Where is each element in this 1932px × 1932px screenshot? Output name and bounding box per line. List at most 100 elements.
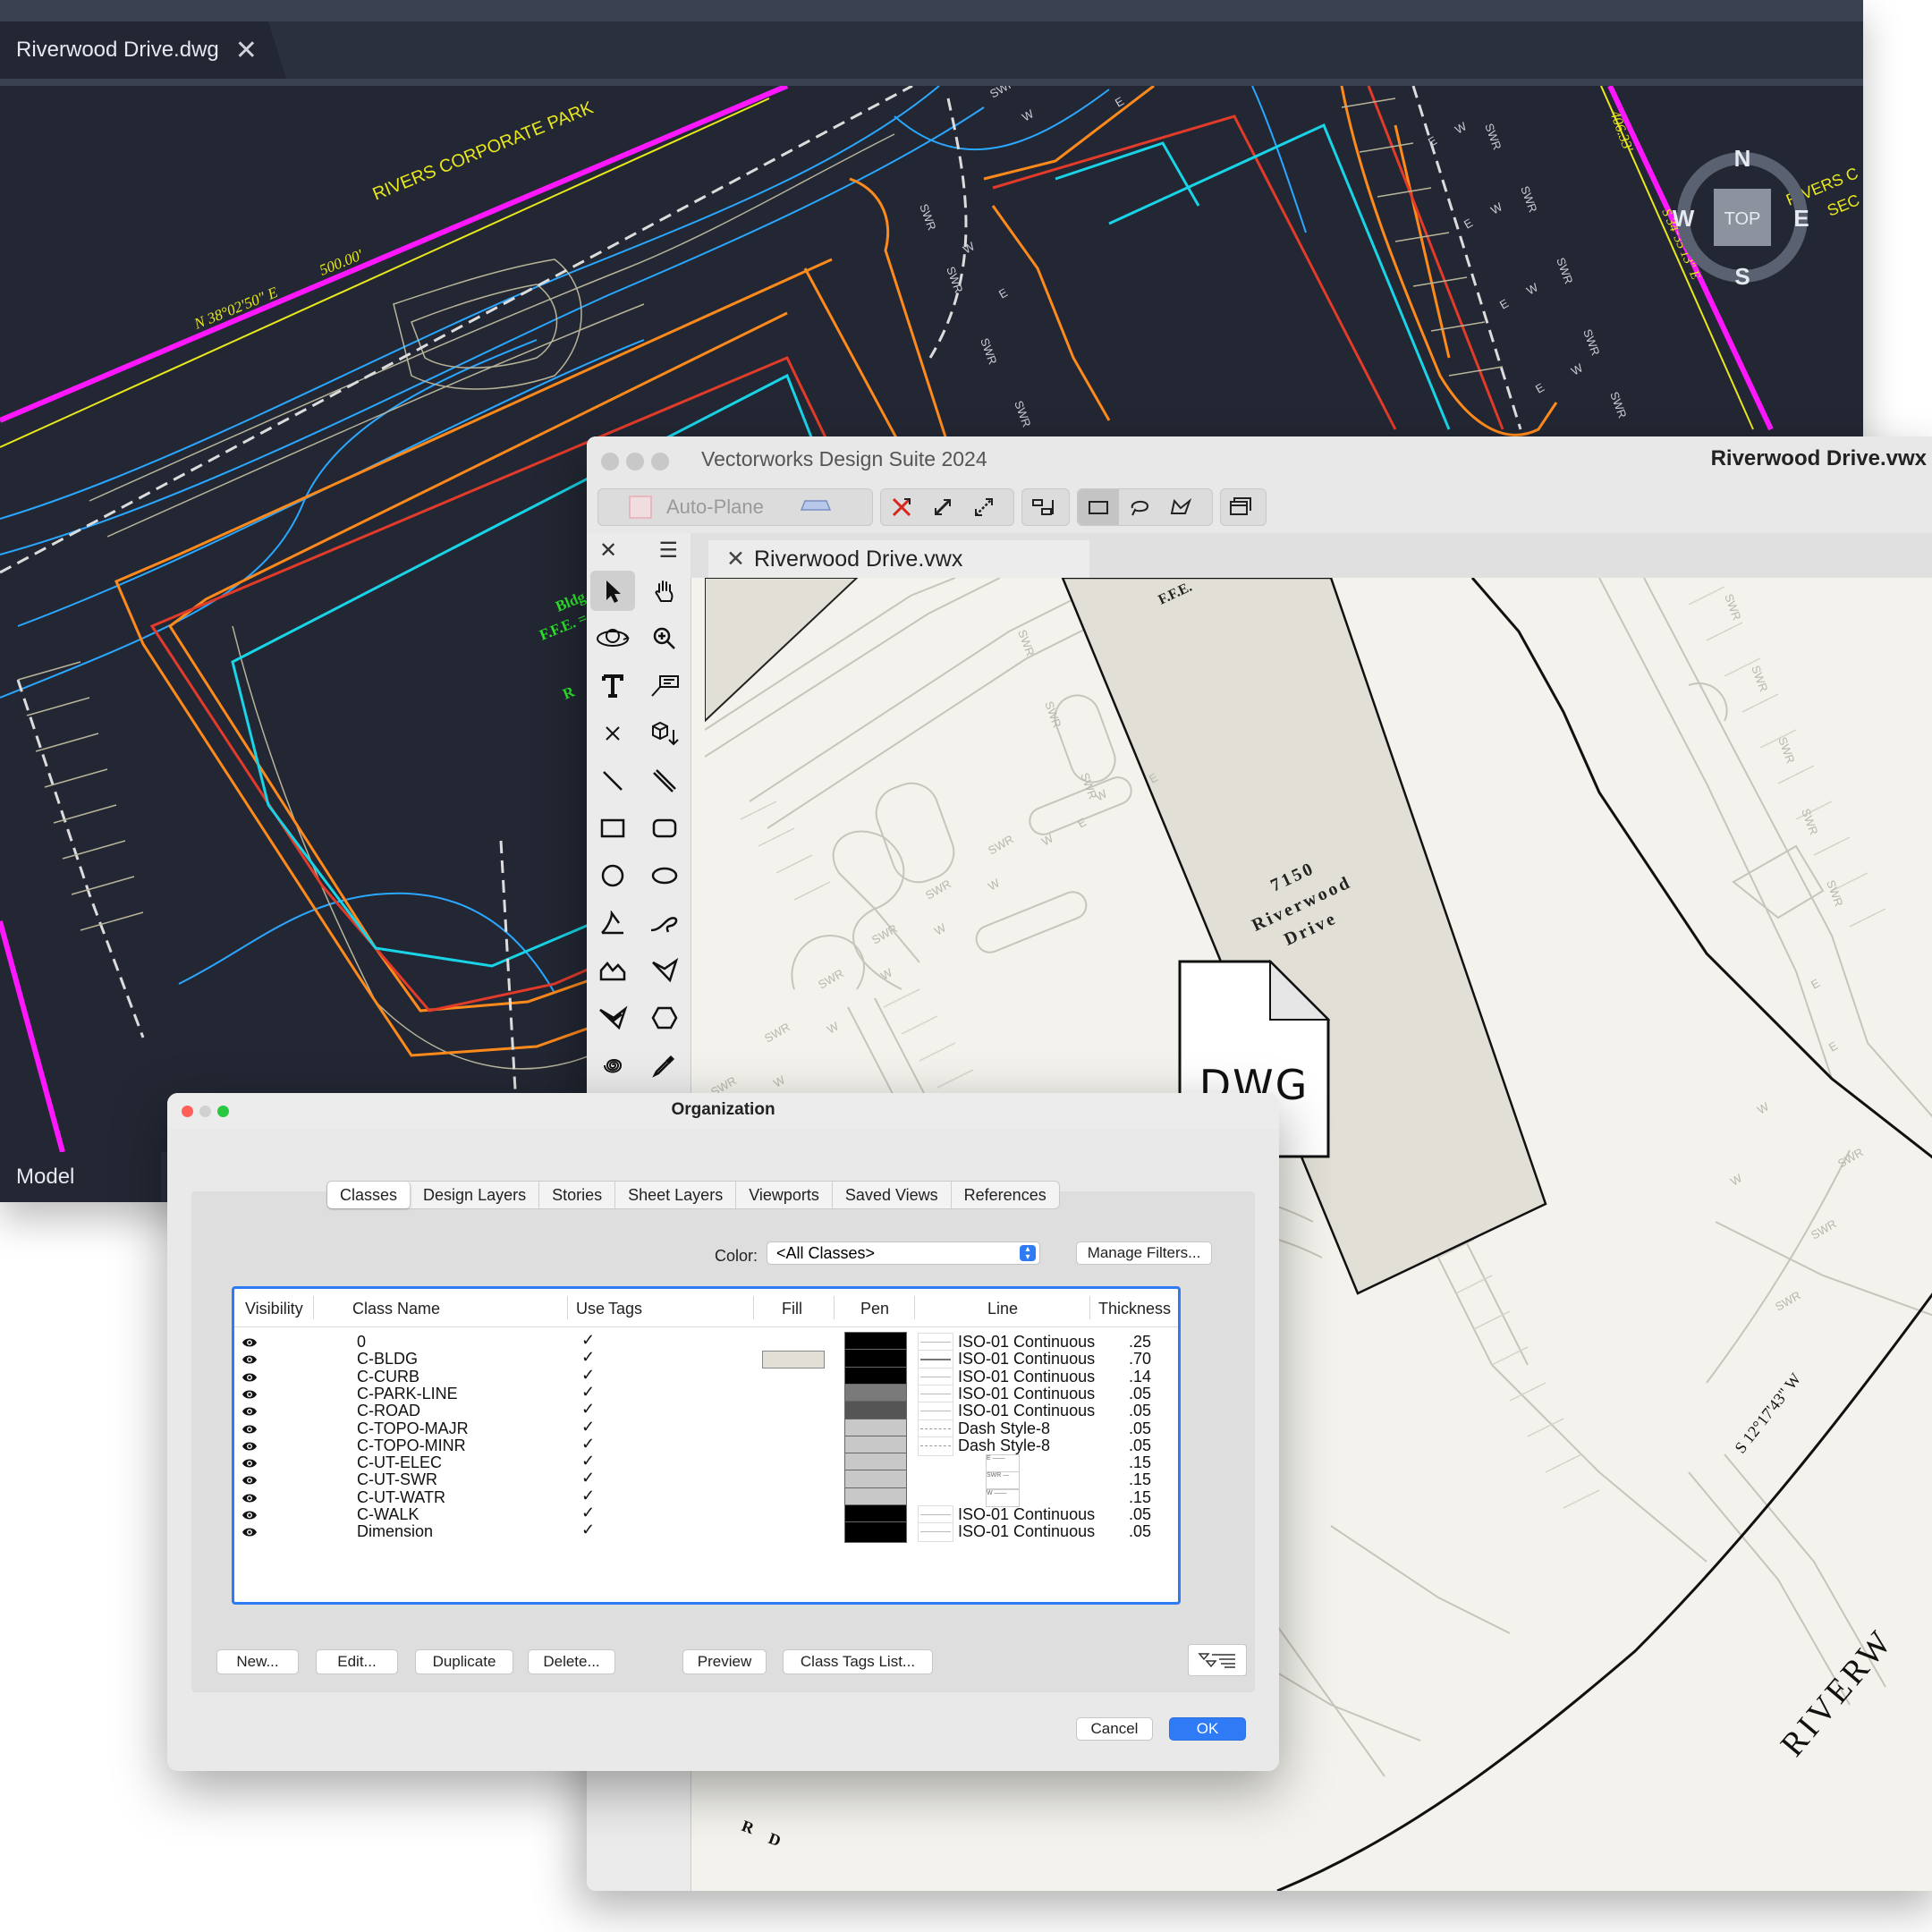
col-use[interactable]: Use (576, 1300, 605, 1318)
use-check-icon[interactable]: ✓ (581, 1435, 595, 1453)
tag-filter-icon[interactable] (1188, 1644, 1247, 1676)
col-fill[interactable]: Fill (782, 1300, 802, 1318)
close-icon[interactable]: ✕ (235, 35, 258, 66)
layer-options-icon[interactable] (1221, 489, 1262, 525)
rectangle-select-icon[interactable] (1078, 489, 1119, 525)
dwg-r-label: R (560, 682, 577, 702)
compass-east[interactable]: E (1793, 205, 1809, 232)
locus-tool-icon[interactable] (587, 709, 639, 757)
rectangle-tool-icon[interactable] (587, 804, 639, 852)
callout-tool-icon[interactable] (639, 662, 691, 709)
eyedropper-tool-icon[interactable] (639, 1041, 691, 1089)
use-check-icon[interactable]: ✓ (581, 1504, 595, 1522)
use-check-icon[interactable]: ✓ (581, 1331, 595, 1350)
polygon-select-icon[interactable] (1160, 489, 1201, 525)
vwx-e-label: E (1826, 1038, 1840, 1054)
snap-endpoint-icon[interactable] (922, 489, 963, 525)
line-type-preview[interactable] (918, 1522, 953, 1543)
rounded-rectangle-tool-icon[interactable] (639, 804, 691, 852)
tab-stories[interactable]: Stories (539, 1182, 616, 1208)
use-check-icon[interactable]: ✓ (581, 1418, 595, 1436)
table-row[interactable]: Dimension ✓ ISO-01 Continuous .05 (234, 1521, 1178, 1544)
col-line[interactable]: Line (987, 1300, 1018, 1318)
use-check-icon[interactable]: ✓ (581, 1452, 595, 1470)
col-class-name[interactable]: Class Name (352, 1300, 440, 1318)
classes-table[interactable]: Visibility Class Name Use Tags Fill Pen … (232, 1286, 1181, 1605)
tab-references[interactable]: References (952, 1182, 1059, 1208)
use-check-icon[interactable]: ✓ (581, 1521, 595, 1539)
use-check-icon[interactable]: ✓ (581, 1348, 595, 1367)
col-pen[interactable]: Pen (860, 1300, 889, 1318)
delete-class-button[interactable]: Delete... (528, 1649, 615, 1674)
tab-classes[interactable]: Classes (327, 1182, 411, 1208)
vwx-document-tab[interactable]: ✕ Riverwood Drive.vwx (708, 540, 1089, 578)
window-zoom-button[interactable] (651, 453, 669, 470)
thickness-cell[interactable]: .05 (1129, 1522, 1151, 1541)
new-class-button[interactable]: New... (216, 1649, 299, 1674)
col-visibility[interactable]: Visibility (245, 1300, 303, 1318)
tab-saved-views[interactable]: Saved Views (833, 1182, 952, 1208)
zoom-tool-icon[interactable] (639, 614, 691, 662)
layer-options-group (1220, 488, 1267, 526)
tab-sheet-layers[interactable]: Sheet Layers (615, 1182, 737, 1208)
col-thickness[interactable]: Thickness (1098, 1300, 1171, 1318)
freehand-tool-icon[interactable] (639, 899, 691, 946)
color-filter-select[interactable]: <All Classes> ▴ ▾ (767, 1241, 1040, 1265)
compass-west[interactable]: W (1673, 205, 1695, 232)
view-cube-top[interactable]: TOP (1724, 209, 1761, 229)
compass-north[interactable]: N (1734, 145, 1751, 172)
visibility-eye-icon[interactable] (242, 1524, 258, 1543)
use-check-icon[interactable]: ✓ (581, 1366, 595, 1385)
col-tags[interactable]: Tags (608, 1300, 642, 1318)
window-close-button[interactable] (601, 453, 619, 470)
double-polyline-tool-icon[interactable] (587, 994, 639, 1041)
flyover-tool-icon[interactable] (587, 614, 639, 662)
lasso-select-icon[interactable] (1119, 489, 1160, 525)
edit-class-button[interactable]: Edit... (316, 1649, 398, 1674)
compass-south[interactable]: S (1734, 263, 1750, 290)
class-tags-list-button[interactable]: Class Tags List... (783, 1649, 933, 1674)
use-check-icon[interactable]: ✓ (581, 1487, 595, 1505)
model-tab[interactable]: Model (0, 1152, 161, 1202)
palette-close-icon[interactable]: ✕ (599, 538, 617, 564)
ok-button[interactable]: OK (1169, 1717, 1246, 1741)
pan-tool-icon[interactable] (639, 567, 691, 614)
align-distribute-icon[interactable] (1022, 489, 1063, 525)
palette-menu-icon[interactable]: ☰ (658, 538, 678, 564)
polygon-tool-icon[interactable] (639, 946, 691, 994)
cancel-button[interactable]: Cancel (1076, 1717, 1153, 1741)
circle-tool-icon[interactable] (587, 852, 639, 899)
manage-filters-button[interactable]: Manage Filters... (1076, 1241, 1212, 1265)
snap-off-icon[interactable] (881, 489, 922, 525)
working-plane-icon[interactable] (800, 497, 832, 518)
double-line-tool-icon[interactable] (639, 757, 691, 804)
close-icon[interactable]: ✕ (726, 546, 745, 572)
snap-tools-group (880, 488, 1014, 526)
window-minimize-button[interactable] (626, 453, 644, 470)
preview-button[interactable]: Preview (682, 1649, 767, 1674)
arc-tool-icon[interactable] (587, 899, 639, 946)
dwg-e-label: E (1533, 380, 1546, 395)
use-check-icon[interactable]: ✓ (581, 1383, 595, 1402)
dwg-top-bar (0, 0, 1863, 21)
regular-polygon-tool-icon[interactable] (639, 994, 691, 1041)
spiral-tool-icon[interactable] (587, 1041, 639, 1089)
dwg-document-tab[interactable]: Riverwood Drive.dwg ✕ (0, 21, 286, 79)
auto-plane-checkbox[interactable] (629, 496, 652, 519)
oval-tool-icon[interactable] (639, 852, 691, 899)
pen-swatch[interactable] (844, 1521, 907, 1544)
snap-multi-icon[interactable] (963, 489, 1004, 525)
tab-viewports[interactable]: Viewports (736, 1182, 833, 1208)
use-check-icon[interactable]: ✓ (581, 1400, 595, 1419)
auto-plane-toggle[interactable]: Auto-Plane (597, 488, 873, 526)
organization-tabs: Classes Design Layers Stories Sheet Layers V… (326, 1181, 1060, 1209)
polyline-tool-icon[interactable] (587, 946, 639, 994)
use-check-icon[interactable]: ✓ (581, 1469, 595, 1487)
duplicate-class-button[interactable]: Duplicate (415, 1649, 513, 1674)
line-tool-icon[interactable] (587, 757, 639, 804)
tab-design-layers[interactable]: Design Layers (411, 1182, 540, 1208)
symbol-insertion-icon[interactable] (639, 709, 691, 757)
vwx-swr-label: SWR (1799, 807, 1820, 837)
selection-tool-icon[interactable] (590, 571, 635, 611)
text-tool-icon[interactable] (587, 662, 639, 709)
